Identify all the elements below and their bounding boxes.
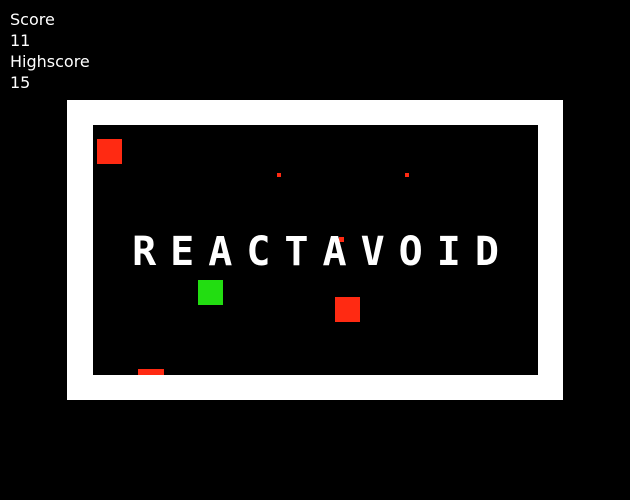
game-title: REACTAVOID [132,229,513,275]
highscore-value: 15 [10,73,31,92]
enemy-square [97,139,122,164]
enemy-dot [277,173,281,177]
game-arena[interactable]: REACTAVOID [93,125,538,375]
hud: Score 11 Highscore 15 [10,9,90,93]
player-square [198,280,223,305]
enemy-square [335,297,360,322]
score-label: Score [10,10,55,29]
highscore-label: Highscore [10,52,90,71]
score-value: 11 [10,31,31,50]
enemy-square [138,369,164,375]
enemy-dot [405,173,409,177]
